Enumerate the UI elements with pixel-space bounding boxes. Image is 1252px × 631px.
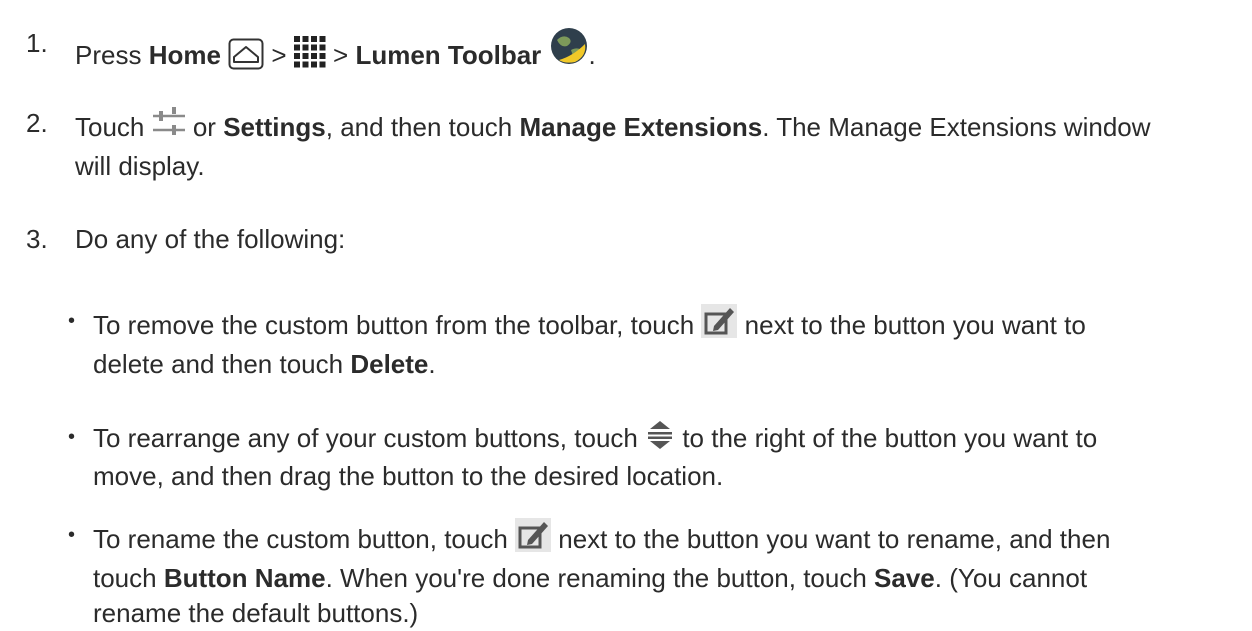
step-1: 1. Press Home > > Lumen Toolbar . <box>26 26 1236 79</box>
edit-icon <box>515 518 552 561</box>
settings-sliders-icon <box>152 106 186 149</box>
bullet-dot: • <box>68 426 76 448</box>
bullet-item-rearrange: • To rearrange any of your custom button… <box>68 420 1238 494</box>
step-text: Press Home > > Lumen Toolbar . <box>75 26 1236 79</box>
step-number: 3. <box>26 224 48 254</box>
home-icon <box>228 38 264 79</box>
reorder-handle-icon <box>645 420 675 459</box>
step-text: Touch or Settings, and then touch Manage… <box>75 106 1236 184</box>
step-2: 2. Touch or Settings, and then touch Man… <box>26 106 1236 184</box>
bullet-text: To rearrange any of your custom buttons,… <box>93 420 1238 494</box>
bullet-item-remove: • To remove the custom button from the t… <box>68 304 1238 382</box>
step-number: 1. <box>26 28 48 58</box>
lumen-toolbar-globe-icon <box>549 26 589 75</box>
bullet-text: To rename the custom button, touch next … <box>93 518 1238 631</box>
step-number: 2. <box>26 108 48 138</box>
step-3: 3. Do any of the following: <box>26 222 1236 257</box>
bullet-dot: • <box>68 310 76 332</box>
bullet-text: To remove the custom button from the too… <box>93 304 1238 382</box>
bullet-item-rename: • To rename the custom button, touch nex… <box>68 518 1238 631</box>
bullet-dot: • <box>68 524 76 546</box>
apps-grid-icon <box>293 36 326 77</box>
step-text: Do any of the following: <box>75 224 346 254</box>
edit-icon <box>701 304 738 347</box>
